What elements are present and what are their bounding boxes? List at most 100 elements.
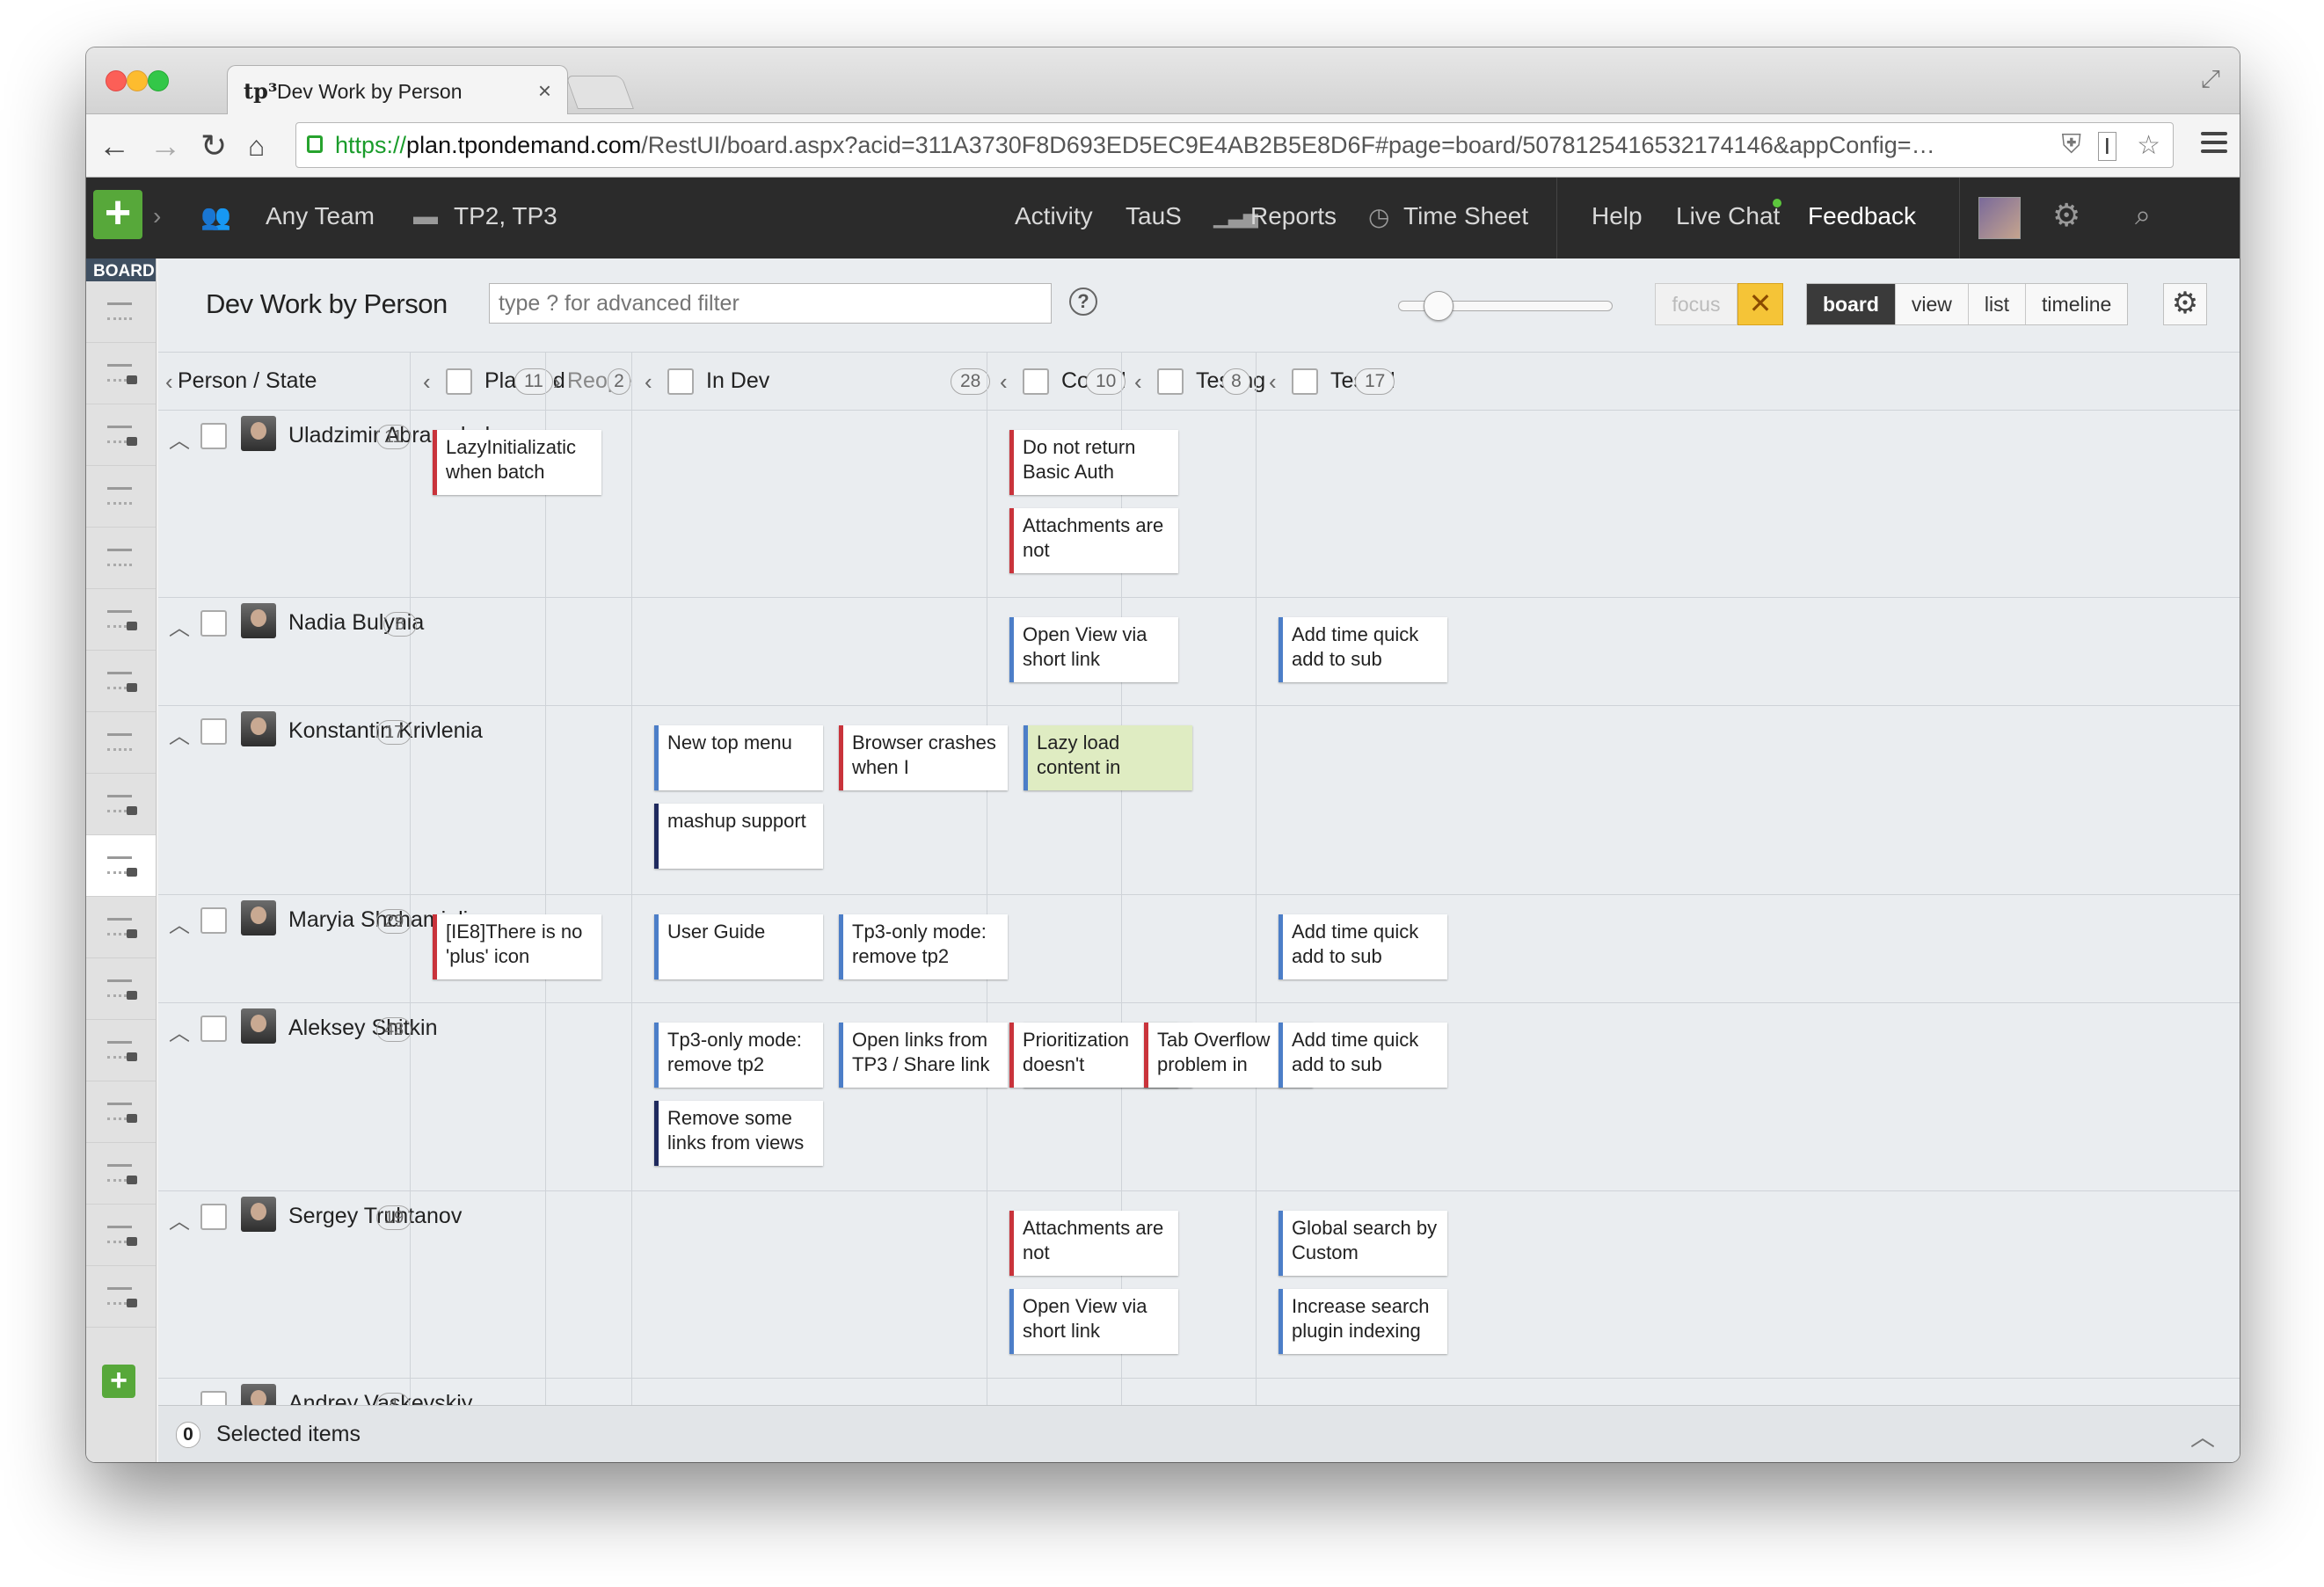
board-cell-indev[interactable] xyxy=(631,1379,987,1405)
work-item-card[interactable]: LazyInitializatic when batch xyxy=(433,430,601,495)
board-cell-coded[interactable] xyxy=(987,1379,1121,1405)
view-timeline-button[interactable]: timeline xyxy=(2025,284,2127,324)
work-item-card[interactable]: Add time quick add to sub xyxy=(1279,1023,1447,1088)
work-item-card[interactable]: Lazy load content in xyxy=(1024,725,1192,790)
sidebar-view-item[interactable] xyxy=(86,343,156,404)
work-item-card[interactable]: Attachments are not xyxy=(1009,1211,1178,1276)
chevron-left-icon[interactable]: ‹ xyxy=(1134,368,1142,396)
work-item-card[interactable]: User Guide xyxy=(654,914,823,979)
sidebar-view-item[interactable] xyxy=(86,466,156,528)
browser-tab[interactable]: tp³ Dev Work by Person × xyxy=(227,65,568,116)
collapse-row-icon[interactable]: ︿ xyxy=(169,610,190,641)
select-row-checkbox[interactable] xyxy=(200,610,227,637)
zoom-window-icon[interactable] xyxy=(148,70,169,91)
collapse-row-icon[interactable]: ︿ xyxy=(169,718,190,749)
board-cell-reopen[interactable] xyxy=(545,1379,631,1405)
home-icon[interactable]: ⌂ xyxy=(248,128,265,164)
work-item-card[interactable]: Attachments are not xyxy=(1009,508,1178,573)
work-item-card[interactable]: Open View via short link xyxy=(1009,617,1178,682)
sidebar-view-item[interactable] xyxy=(86,589,156,651)
focus-close-button[interactable]: ✕ xyxy=(1738,283,1783,325)
work-item-card[interactable]: Tp3-only mode: remove tp2 xyxy=(839,914,1008,979)
board-cell-tested[interactable] xyxy=(1256,706,1390,894)
sidebar-view-item[interactable] xyxy=(86,1020,156,1081)
sidebar-view-item[interactable] xyxy=(86,897,156,958)
select-column-checkbox[interactable] xyxy=(1023,368,1049,395)
sidebar-view-item[interactable] xyxy=(86,651,156,712)
board-cell-indev[interactable] xyxy=(631,598,987,705)
select-column-checkbox[interactable] xyxy=(446,368,472,395)
board-cell-reopen[interactable] xyxy=(545,706,631,894)
filter-input[interactable] xyxy=(489,283,1052,324)
board-cell-reopen[interactable] xyxy=(545,1191,631,1378)
chevron-left-icon[interactable]: ‹ xyxy=(165,368,173,396)
search-icon[interactable]: ⌕ xyxy=(2135,199,2151,232)
chevron-left-icon[interactable]: ‹ xyxy=(1000,368,1008,396)
fullscreen-icon[interactable]: ⤢ xyxy=(2201,65,2220,94)
board-cell-indev[interactable] xyxy=(631,411,987,597)
chevron-right-icon[interactable]: › xyxy=(553,368,561,396)
collapse-row-icon[interactable]: ︿ xyxy=(169,1204,190,1234)
sidebar-view-item[interactable] xyxy=(86,835,156,897)
slider-knob[interactable] xyxy=(1424,291,1453,321)
collapse-row-icon[interactable]: ︿ xyxy=(169,907,190,938)
nav-reports[interactable]: Reports xyxy=(1250,202,1337,230)
sidebar-view-item[interactable] xyxy=(86,1143,156,1205)
focus-button[interactable]: focus xyxy=(1655,283,1738,325)
chevron-left-icon[interactable]: ‹ xyxy=(1269,368,1277,396)
team-selector[interactable]: Any Team xyxy=(266,202,375,230)
sidebar-view-item[interactable] xyxy=(86,1081,156,1143)
work-item-card[interactable]: Browser crashes when I xyxy=(839,725,1008,790)
board-cell-testing[interactable] xyxy=(1121,1379,1256,1405)
sidebar-view-item[interactable] xyxy=(86,281,156,343)
new-tab-button[interactable] xyxy=(565,76,634,109)
star-icon[interactable]: ☆ xyxy=(2137,130,2160,161)
select-column-checkbox[interactable] xyxy=(1157,368,1184,395)
work-item-card[interactable]: Global search by Custom xyxy=(1279,1211,1447,1276)
board-settings-button[interactable]: ⚙ xyxy=(2163,283,2207,325)
cursor-icon[interactable]: I xyxy=(2097,132,2116,161)
sidebar-view-item[interactable] xyxy=(86,1266,156,1328)
shield-icon[interactable]: ⛨ xyxy=(2062,130,2082,160)
minimize-window-icon[interactable] xyxy=(127,70,148,91)
work-item-card[interactable]: Add time quick add to sub xyxy=(1279,617,1447,682)
back-icon[interactable]: ← xyxy=(98,128,130,164)
work-item-card[interactable]: New top menu xyxy=(654,725,823,790)
sidebar-view-item[interactable] xyxy=(86,958,156,1020)
nav-activity[interactable]: Activity xyxy=(1015,202,1093,230)
sidebar-view-item[interactable] xyxy=(86,712,156,774)
view-view-button[interactable]: view xyxy=(1894,284,1968,324)
work-item-card[interactable]: Open links from TP3 / Share link xyxy=(839,1023,1008,1088)
add-entity-button[interactable]: + xyxy=(93,190,142,239)
work-item-card[interactable]: [IE8]There is no 'plus' icon xyxy=(433,914,601,979)
filter-help-icon[interactable]: ? xyxy=(1069,288,1097,316)
board-cell-reopen[interactable] xyxy=(545,598,631,705)
nav-timesheet[interactable]: Time Sheet xyxy=(1403,202,1528,230)
board-cell-tested[interactable] xyxy=(1256,1379,1390,1405)
view-list-button[interactable]: list xyxy=(1967,284,2025,324)
board-cell-testing[interactable] xyxy=(1121,895,1256,1002)
work-item-card[interactable]: Tp3-only mode: remove tp2 xyxy=(654,1023,823,1088)
work-item-card[interactable]: Add time quick add to sub xyxy=(1279,914,1447,979)
close-window-icon[interactable] xyxy=(106,70,127,91)
nav-taus[interactable]: TauS xyxy=(1126,202,1182,230)
project-selector[interactable]: TP2, TP3 xyxy=(454,202,557,230)
select-row-checkbox[interactable] xyxy=(200,907,227,934)
menu-icon[interactable] xyxy=(2201,132,2227,158)
work-item-card[interactable]: Increase search plugin indexing xyxy=(1279,1289,1447,1354)
reload-icon[interactable]: ↻ xyxy=(200,128,227,164)
sidebar-view-item[interactable] xyxy=(86,404,156,466)
work-item-card[interactable]: Open View via short link xyxy=(1009,1289,1178,1354)
add-view-button[interactable]: + xyxy=(102,1365,135,1398)
work-item-card[interactable]: Remove some links from views xyxy=(654,1101,823,1166)
select-row-checkbox[interactable] xyxy=(200,1391,227,1405)
url-input[interactable]: https://plan.tpondemand.com/RestUI/board… xyxy=(295,122,2174,168)
select-row-checkbox[interactable] xyxy=(200,1204,227,1230)
select-row-checkbox[interactable] xyxy=(200,1016,227,1042)
chevron-up-icon[interactable]: ︿ xyxy=(2190,1418,2215,1453)
board-cell-reopen[interactable] xyxy=(545,1003,631,1190)
board-cell-planned[interactable] xyxy=(410,598,545,705)
selected-items-label[interactable]: Selected items xyxy=(216,1422,361,1447)
board-cell-tested[interactable] xyxy=(1256,411,1390,597)
select-row-checkbox[interactable] xyxy=(200,423,227,449)
